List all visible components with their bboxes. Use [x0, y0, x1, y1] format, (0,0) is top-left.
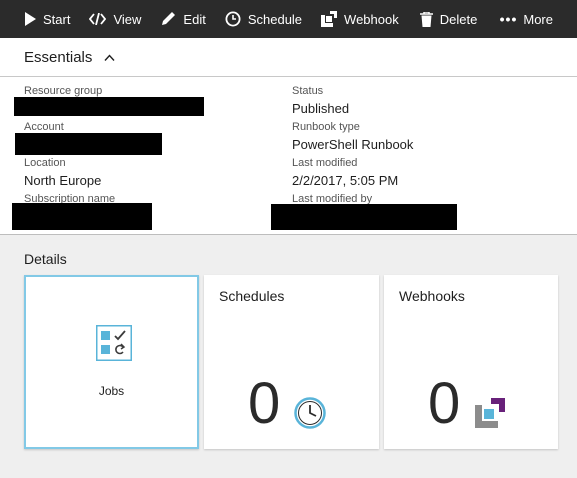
delete-button[interactable]: Delete: [419, 0, 478, 38]
prop-location: Location North Europe: [24, 157, 101, 190]
jobs-label: Jobs: [98, 384, 125, 398]
runbook-type-label: Runbook type: [292, 121, 360, 133]
webhook-label: Webhook: [344, 11, 399, 27]
account-value-redacted: [15, 133, 162, 155]
subscription-name-value-redacted: [12, 203, 152, 230]
schedule-label: Schedule: [247, 11, 303, 27]
view-label: View: [113, 11, 142, 27]
schedules-tile[interactable]: Schedules 0: [204, 275, 379, 449]
location-value: North Europe: [24, 173, 102, 188]
schedules-title: Schedules: [219, 288, 285, 304]
start-button[interactable]: Start: [24, 0, 70, 38]
prop-status: Status Published: [292, 85, 349, 118]
clock-icon: [225, 11, 241, 27]
view-button[interactable]: View: [89, 0, 141, 38]
play-icon: [25, 12, 36, 26]
details-section: Details Jobs Schedules 0 Webhooks 0: [0, 234, 577, 478]
status-value: Published: [292, 101, 350, 116]
edit-button[interactable]: Edit: [160, 0, 206, 38]
jobs-icon: [96, 325, 132, 361]
schedule-button[interactable]: Schedule: [225, 0, 302, 38]
jobs-tile[interactable]: Jobs: [24, 275, 199, 449]
schedules-count: 0: [248, 371, 281, 436]
more-label: More: [523, 11, 553, 27]
more-icon: •••: [499, 11, 518, 27]
status-label: Status: [292, 85, 324, 97]
details-title: Details: [24, 251, 67, 267]
webhooks-title: Webhooks: [399, 288, 465, 304]
more-button[interactable]: ••• More: [500, 0, 553, 38]
webhook-icon: [321, 11, 338, 27]
command-bar: Start View Edit Schedule Webhook Delete …: [0, 0, 577, 38]
webhooks-tile[interactable]: Webhooks 0: [384, 275, 558, 449]
trash-icon: [419, 11, 433, 27]
essentials-header[interactable]: Essentials: [0, 38, 577, 77]
last-modified-by-value-redacted: [271, 204, 457, 230]
webhook-button[interactable]: Webhook: [321, 0, 399, 38]
resource-group-value-redacted: [14, 97, 204, 116]
webhook-icon: [475, 398, 505, 428]
start-label: Start: [43, 11, 71, 27]
chevron-up-icon[interactable]: [104, 53, 115, 61]
edit-label: Edit: [183, 11, 206, 27]
essentials-title: Essentials: [24, 48, 93, 66]
code-icon: [89, 13, 107, 25]
prop-last-modified: Last modified 2/2/2017, 5:05 PM: [292, 157, 398, 190]
pencil-icon: [162, 12, 176, 25]
last-modified-value: 2/2/2017, 5:05 PM: [292, 173, 399, 188]
location-label: Location: [24, 157, 66, 169]
prop-runbook-type: Runbook type PowerShell Runbook: [292, 121, 413, 154]
last-modified-label: Last modified: [292, 157, 358, 169]
clock-icon: [294, 397, 326, 429]
delete-label: Delete: [439, 11, 478, 27]
runbook-type-value: PowerShell Runbook: [292, 137, 414, 152]
webhooks-count: 0: [428, 371, 461, 436]
